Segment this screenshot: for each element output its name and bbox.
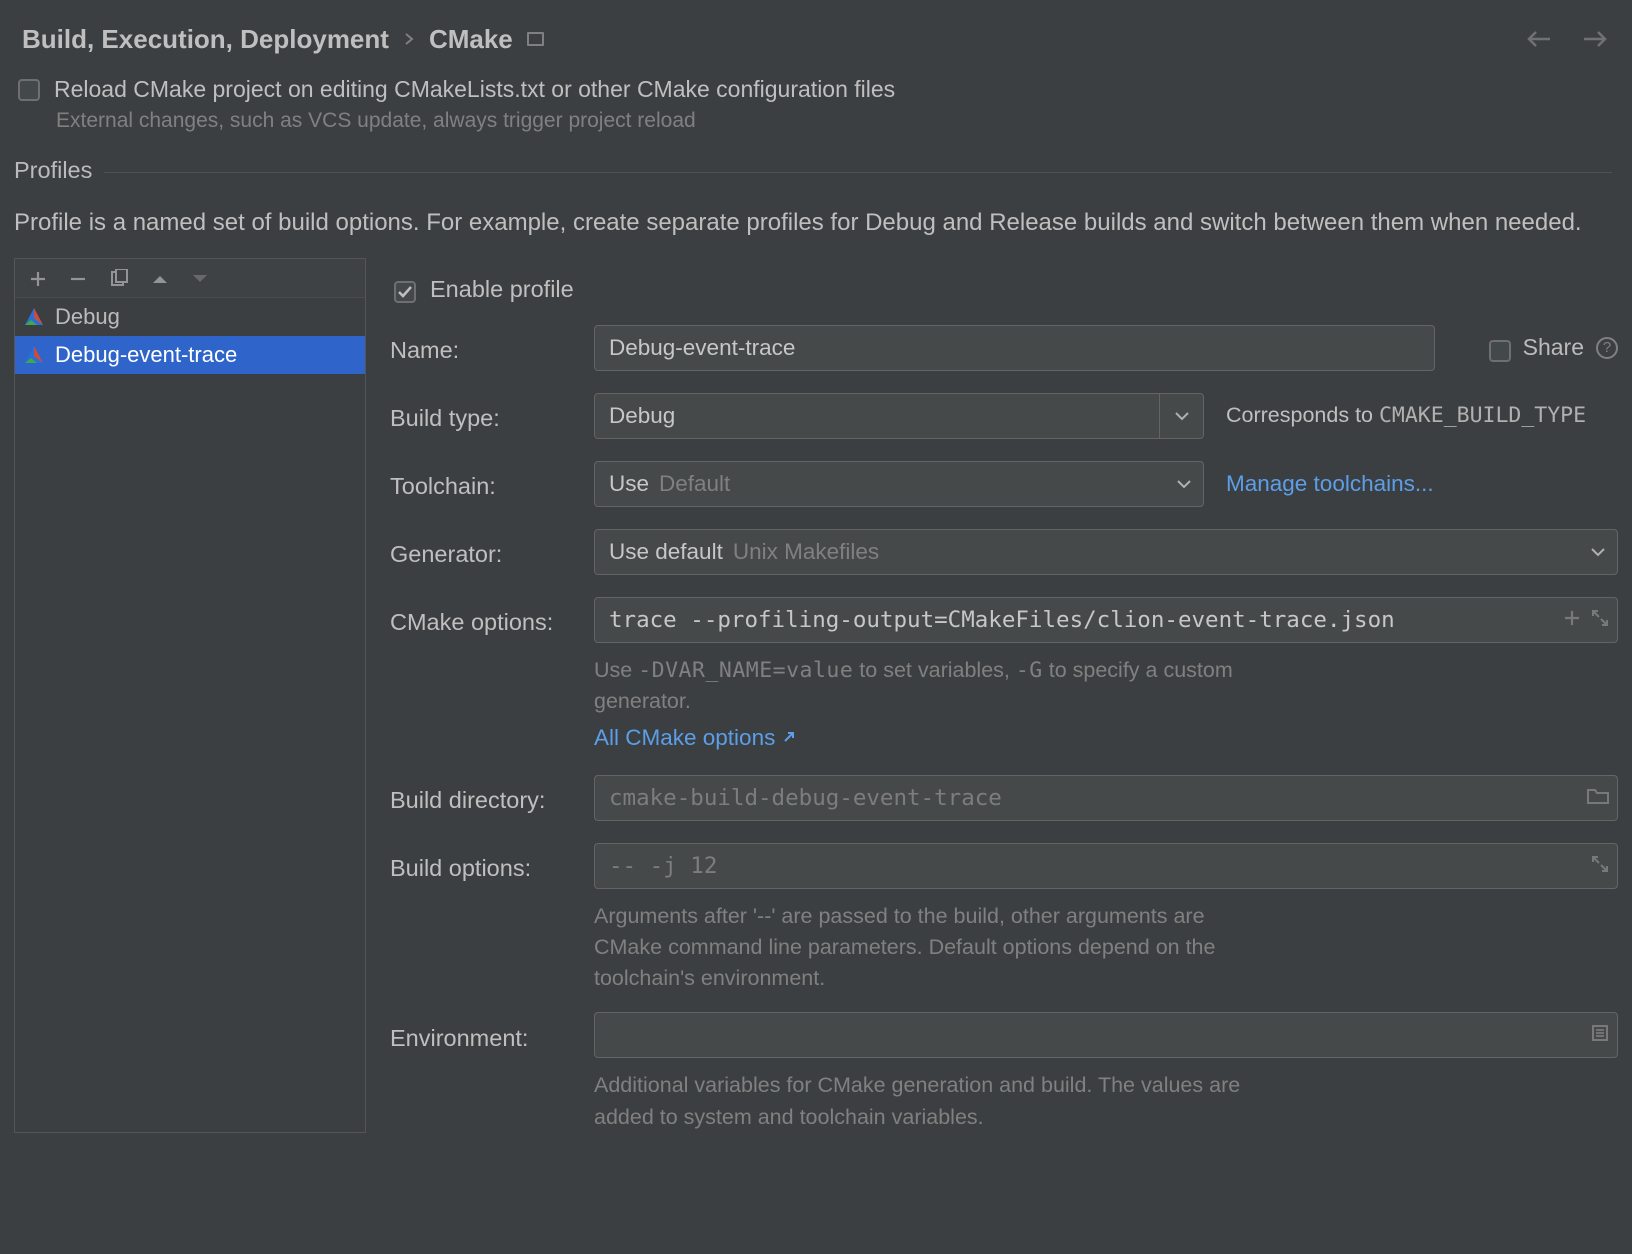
enable-profile-label[interactable]: Enable profile: [430, 276, 574, 303]
profile-editor: Enable profile Name: Debug-event-trace S…: [390, 258, 1618, 1149]
name-field[interactable]: Debug-event-trace: [594, 325, 1435, 371]
profile-item-label: Debug: [55, 304, 120, 330]
profiles-sidebar: Debug Debug-event-trace: [14, 258, 366, 1133]
cmake-options-hint: Use -DVAR_NAME=value to set variables, -…: [594, 655, 1274, 717]
share-checkbox[interactable]: [1489, 340, 1511, 362]
build-directory-label: Build directory:: [390, 781, 594, 814]
profile-item-debug[interactable]: Debug: [15, 298, 365, 336]
current-page-icon: [527, 32, 544, 46]
move-down-button[interactable]: [191, 273, 209, 285]
remove-profile-button[interactable]: [69, 270, 87, 288]
environment-label: Environment:: [390, 1019, 594, 1052]
share-label[interactable]: Share: [1523, 334, 1584, 361]
generator-combo[interactable]: Use default Unix Makefiles: [594, 529, 1618, 575]
profiles-toolbar: [15, 259, 365, 298]
help-icon[interactable]: ?: [1596, 337, 1618, 359]
name-label: Name:: [390, 331, 594, 364]
profiles-section-header: Profiles: [0, 157, 1632, 184]
cmake-options-label: CMake options:: [390, 603, 594, 636]
profile-item-debug-event-trace[interactable]: Debug-event-trace: [15, 336, 365, 374]
build-options-label: Build options:: [390, 849, 594, 882]
breadcrumb: Build, Execution, Deployment CMake: [0, 0, 1632, 66]
expand-icon[interactable]: [1591, 853, 1609, 879]
cmake-icon: [23, 306, 45, 328]
chevron-down-icon: [1165, 462, 1203, 506]
add-profile-button[interactable]: [29, 270, 47, 288]
environment-field[interactable]: [594, 1012, 1618, 1058]
move-up-button[interactable]: [151, 273, 169, 285]
build-type-combo[interactable]: Debug: [594, 393, 1204, 439]
generator-label: Generator:: [390, 535, 594, 568]
chevron-down-icon: [1579, 530, 1617, 574]
build-type-note: Corresponds to CMAKE_BUILD_TYPE: [1226, 403, 1586, 428]
back-button[interactable]: [1522, 22, 1556, 56]
copy-profile-button[interactable]: [109, 269, 129, 289]
cmake-icon: [23, 344, 45, 366]
manage-toolchains-link[interactable]: Manage toolchains...: [1226, 471, 1434, 497]
cmake-options-field[interactable]: trace --profiling-output=CMakeFiles/clio…: [594, 597, 1618, 643]
external-link-icon: [781, 731, 795, 745]
expand-icon[interactable]: [1591, 607, 1609, 633]
build-options-hint: Arguments after '--' are passed to the b…: [594, 901, 1274, 995]
all-cmake-options-link[interactable]: All CMake options: [594, 725, 795, 751]
profile-item-label: Debug-event-trace: [55, 342, 237, 368]
list-icon[interactable]: [1591, 1022, 1609, 1048]
reload-checkbox-label[interactable]: Reload CMake project on editing CMakeLis…: [54, 76, 895, 103]
build-directory-field[interactable]: cmake-build-debug-event-trace: [594, 775, 1618, 821]
profiles-description: Profile is a named set of build options.…: [0, 184, 1632, 258]
toolchain-label: Toolchain:: [390, 467, 594, 500]
build-type-label: Build type:: [390, 399, 594, 432]
chevron-down-icon: [1159, 394, 1203, 438]
chevron-right-icon: [403, 33, 415, 45]
plus-icon[interactable]: [1563, 607, 1581, 633]
breadcrumb-leaf: CMake: [429, 24, 513, 55]
breadcrumb-parent[interactable]: Build, Execution, Deployment: [22, 24, 389, 55]
toolchain-combo[interactable]: Use Default: [594, 461, 1204, 507]
environment-hint: Additional variables for CMake generatio…: [594, 1070, 1274, 1132]
reload-checkbox[interactable]: [18, 79, 40, 101]
reload-hint: External changes, such as VCS update, al…: [0, 107, 1632, 151]
folder-icon[interactable]: [1587, 785, 1609, 811]
forward-button[interactable]: [1578, 22, 1612, 56]
build-options-field[interactable]: -- -j 12: [594, 843, 1618, 889]
enable-profile-checkbox[interactable]: [394, 281, 416, 303]
